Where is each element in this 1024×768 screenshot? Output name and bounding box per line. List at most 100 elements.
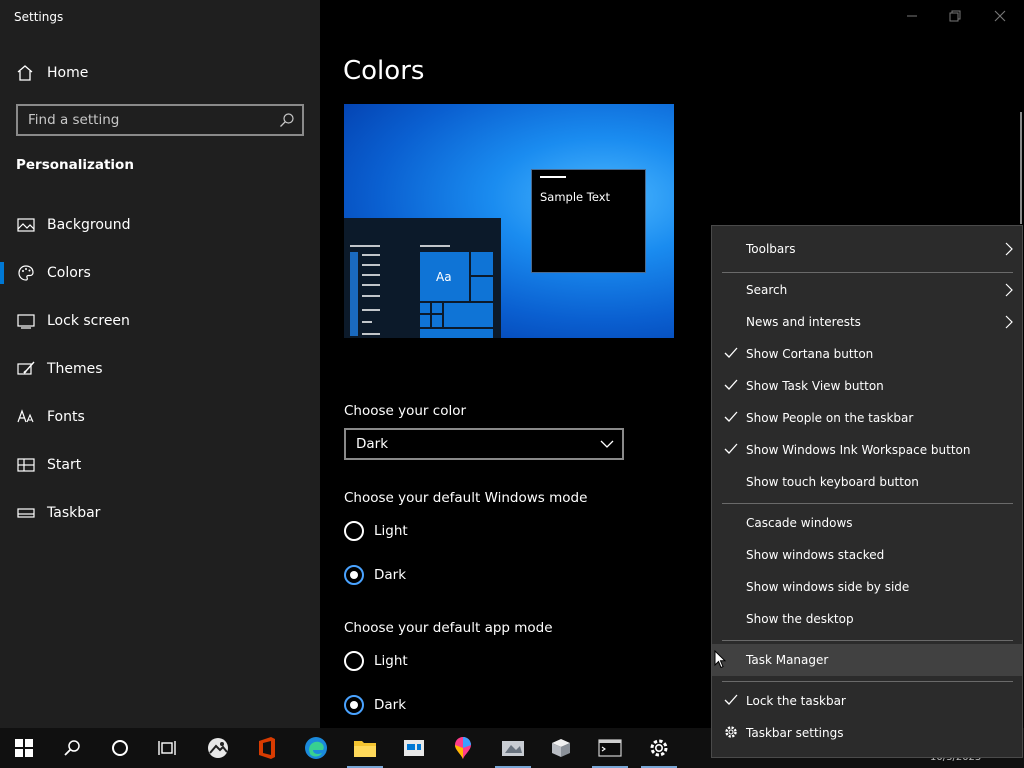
store-icon[interactable]	[390, 728, 438, 768]
office-icon[interactable]	[243, 728, 291, 768]
search-input[interactable]	[18, 106, 302, 134]
settings-icon[interactable]	[635, 728, 683, 768]
app-title: Settings	[14, 10, 64, 24]
sidebar-item-background[interactable]: Background	[0, 201, 320, 249]
scrollbar[interactable]	[1020, 112, 1022, 224]
menu-item-news-and-interests[interactable]: News and interests	[712, 306, 1022, 338]
choose-color-dropdown[interactable]: Dark	[344, 428, 624, 460]
menu-separator	[722, 503, 1013, 504]
file-explorer-icon[interactable]	[341, 728, 389, 768]
page-title: Colors	[343, 56, 425, 86]
preview-start-menu: Aa	[344, 218, 501, 338]
search-box[interactable]	[16, 104, 304, 136]
menu-item-show-touch-keyboard[interactable]: Show touch keyboard button	[712, 466, 1022, 498]
menu-item-show-windows-stacked[interactable]: Show windows stacked	[712, 539, 1022, 571]
package-icon[interactable]	[537, 728, 585, 768]
section-title: Personalization	[16, 157, 134, 173]
menu-item-show-windows-side-by-side[interactable]: Show windows side by side	[712, 571, 1022, 603]
mouse-cursor-icon	[714, 649, 727, 673]
lock-screen-icon	[16, 313, 36, 329]
picture-icon	[16, 217, 36, 233]
sidebar-item-label: Themes	[47, 361, 103, 377]
photos-icon[interactable]	[194, 728, 242, 768]
menu-item-show-people[interactable]: Show People on the taskbar	[712, 402, 1022, 434]
radio-circle	[344, 651, 364, 671]
radio-circle-selected	[344, 695, 364, 715]
radio-label: Dark	[374, 567, 407, 583]
menu-item-label: Show Windows Ink Workspace button	[746, 443, 971, 457]
taskbar-context-menu: Toolbars Search News and interests Show …	[711, 225, 1023, 758]
sidebar-item-taskbar[interactable]: Taskbar	[0, 489, 320, 537]
radio-label: Light	[374, 653, 408, 669]
gear-icon	[724, 725, 738, 742]
font-icon	[16, 409, 36, 425]
menu-item-label: Toolbars	[746, 242, 796, 256]
menu-item-cascade-windows[interactable]: Cascade windows	[712, 507, 1022, 539]
menu-item-task-manager[interactable]: Task Manager	[712, 644, 1022, 676]
menu-item-label: Show Cortana button	[746, 347, 874, 361]
edge-icon[interactable]	[292, 728, 340, 768]
menu-separator	[722, 640, 1013, 641]
radio-circle	[344, 521, 364, 541]
sidebar-item-themes[interactable]: Themes	[0, 345, 320, 393]
windows-start-icon[interactable]	[0, 728, 48, 768]
checkmark-icon	[724, 443, 738, 458]
sidebar-item-label: Colors	[47, 265, 91, 281]
palette-icon	[16, 264, 36, 282]
windows-mode-label: Choose your default Windows mode	[344, 490, 588, 506]
home-icon	[16, 64, 36, 82]
app-mode-dark-radio[interactable]: Dark	[344, 695, 406, 715]
menu-separator	[722, 272, 1013, 273]
menu-item-show-cortana-button[interactable]: Show Cortana button	[712, 338, 1022, 370]
menu-item-taskbar-settings[interactable]: Taskbar settings	[712, 717, 1022, 749]
sidebar-item-lock-screen[interactable]: Lock screen	[0, 297, 320, 345]
chevron-right-icon	[1004, 315, 1014, 332]
paint3d-icon[interactable]	[439, 728, 487, 768]
menu-item-label: Task Manager	[746, 653, 829, 667]
checkmark-icon	[724, 411, 738, 426]
sidebar-home[interactable]: Home	[16, 62, 88, 84]
sidebar-item-colors[interactable]: Colors	[0, 249, 320, 297]
close-icon[interactable]	[992, 8, 1008, 24]
menu-item-label: Cascade windows	[746, 516, 853, 530]
menu-item-search[interactable]: Search	[712, 274, 1022, 306]
windows-mode-dark-radio[interactable]: Dark	[344, 565, 406, 585]
sidebar-item-label: Background	[47, 217, 131, 233]
menu-separator	[722, 681, 1013, 682]
radio-label: Dark	[374, 697, 407, 713]
windows-mode-light-radio[interactable]: Light	[344, 521, 408, 541]
menu-item-show-windows-ink[interactable]: Show Windows Ink Workspace button	[712, 434, 1022, 466]
menu-item-toolbars[interactable]: Toolbars	[712, 233, 1022, 265]
sample-title-bar	[540, 176, 566, 178]
cortana-icon[interactable]	[96, 728, 144, 768]
menu-item-label: Show windows stacked	[746, 548, 885, 562]
start-layout-icon	[16, 457, 36, 473]
sidebar-item-start[interactable]: Start	[0, 441, 320, 489]
app-icon[interactable]	[489, 728, 537, 768]
menu-item-lock-the-taskbar[interactable]: Lock the taskbar	[712, 685, 1022, 717]
menu-item-show-the-desktop[interactable]: Show the desktop	[712, 603, 1022, 635]
minimize-icon[interactable]	[904, 8, 920, 24]
dropdown-value: Dark	[356, 436, 389, 452]
menu-item-label: Show Task View button	[746, 379, 884, 393]
radio-circle-selected	[344, 565, 364, 585]
choose-color-label: Choose your color	[344, 403, 467, 419]
sidebar-home-label: Home	[47, 65, 89, 81]
sidebar-item-label: Fonts	[47, 409, 85, 425]
app-mode-light-radio[interactable]: Light	[344, 651, 408, 671]
sidebar-nav: Background Colors Lock screen Themes Fon…	[0, 201, 320, 537]
menu-item-label: Show touch keyboard button	[746, 475, 919, 489]
menu-item-label: Search	[746, 283, 788, 297]
checkmark-icon	[724, 694, 738, 709]
sidebar-item-label: Taskbar	[47, 505, 101, 521]
terminal-icon[interactable]	[586, 728, 634, 768]
search-icon[interactable]	[279, 112, 295, 132]
checkmark-icon	[724, 379, 738, 394]
taskbar-icon	[16, 505, 36, 521]
sidebar-item-fonts[interactable]: Fonts	[0, 393, 320, 441]
search-icon[interactable]	[48, 728, 96, 768]
menu-item-label: Lock the taskbar	[746, 694, 846, 708]
menu-item-show-task-view-button[interactable]: Show Task View button	[712, 370, 1022, 402]
task-view-icon[interactable]	[144, 728, 192, 768]
restore-icon[interactable]	[947, 8, 963, 24]
